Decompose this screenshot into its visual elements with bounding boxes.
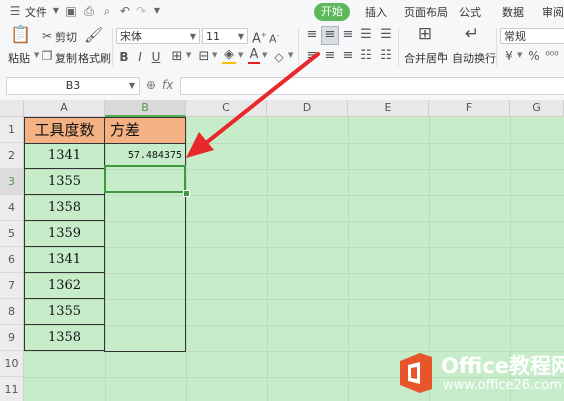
annotation-arrow [186, 52, 320, 158]
office-logo-icon [400, 353, 432, 393]
watermark-title: Office教程网 [441, 354, 564, 378]
annotation-arrow-shaft [204, 52, 320, 145]
annotation-arrow-head [186, 132, 214, 158]
watermark-url: www.office26.com [443, 378, 562, 393]
